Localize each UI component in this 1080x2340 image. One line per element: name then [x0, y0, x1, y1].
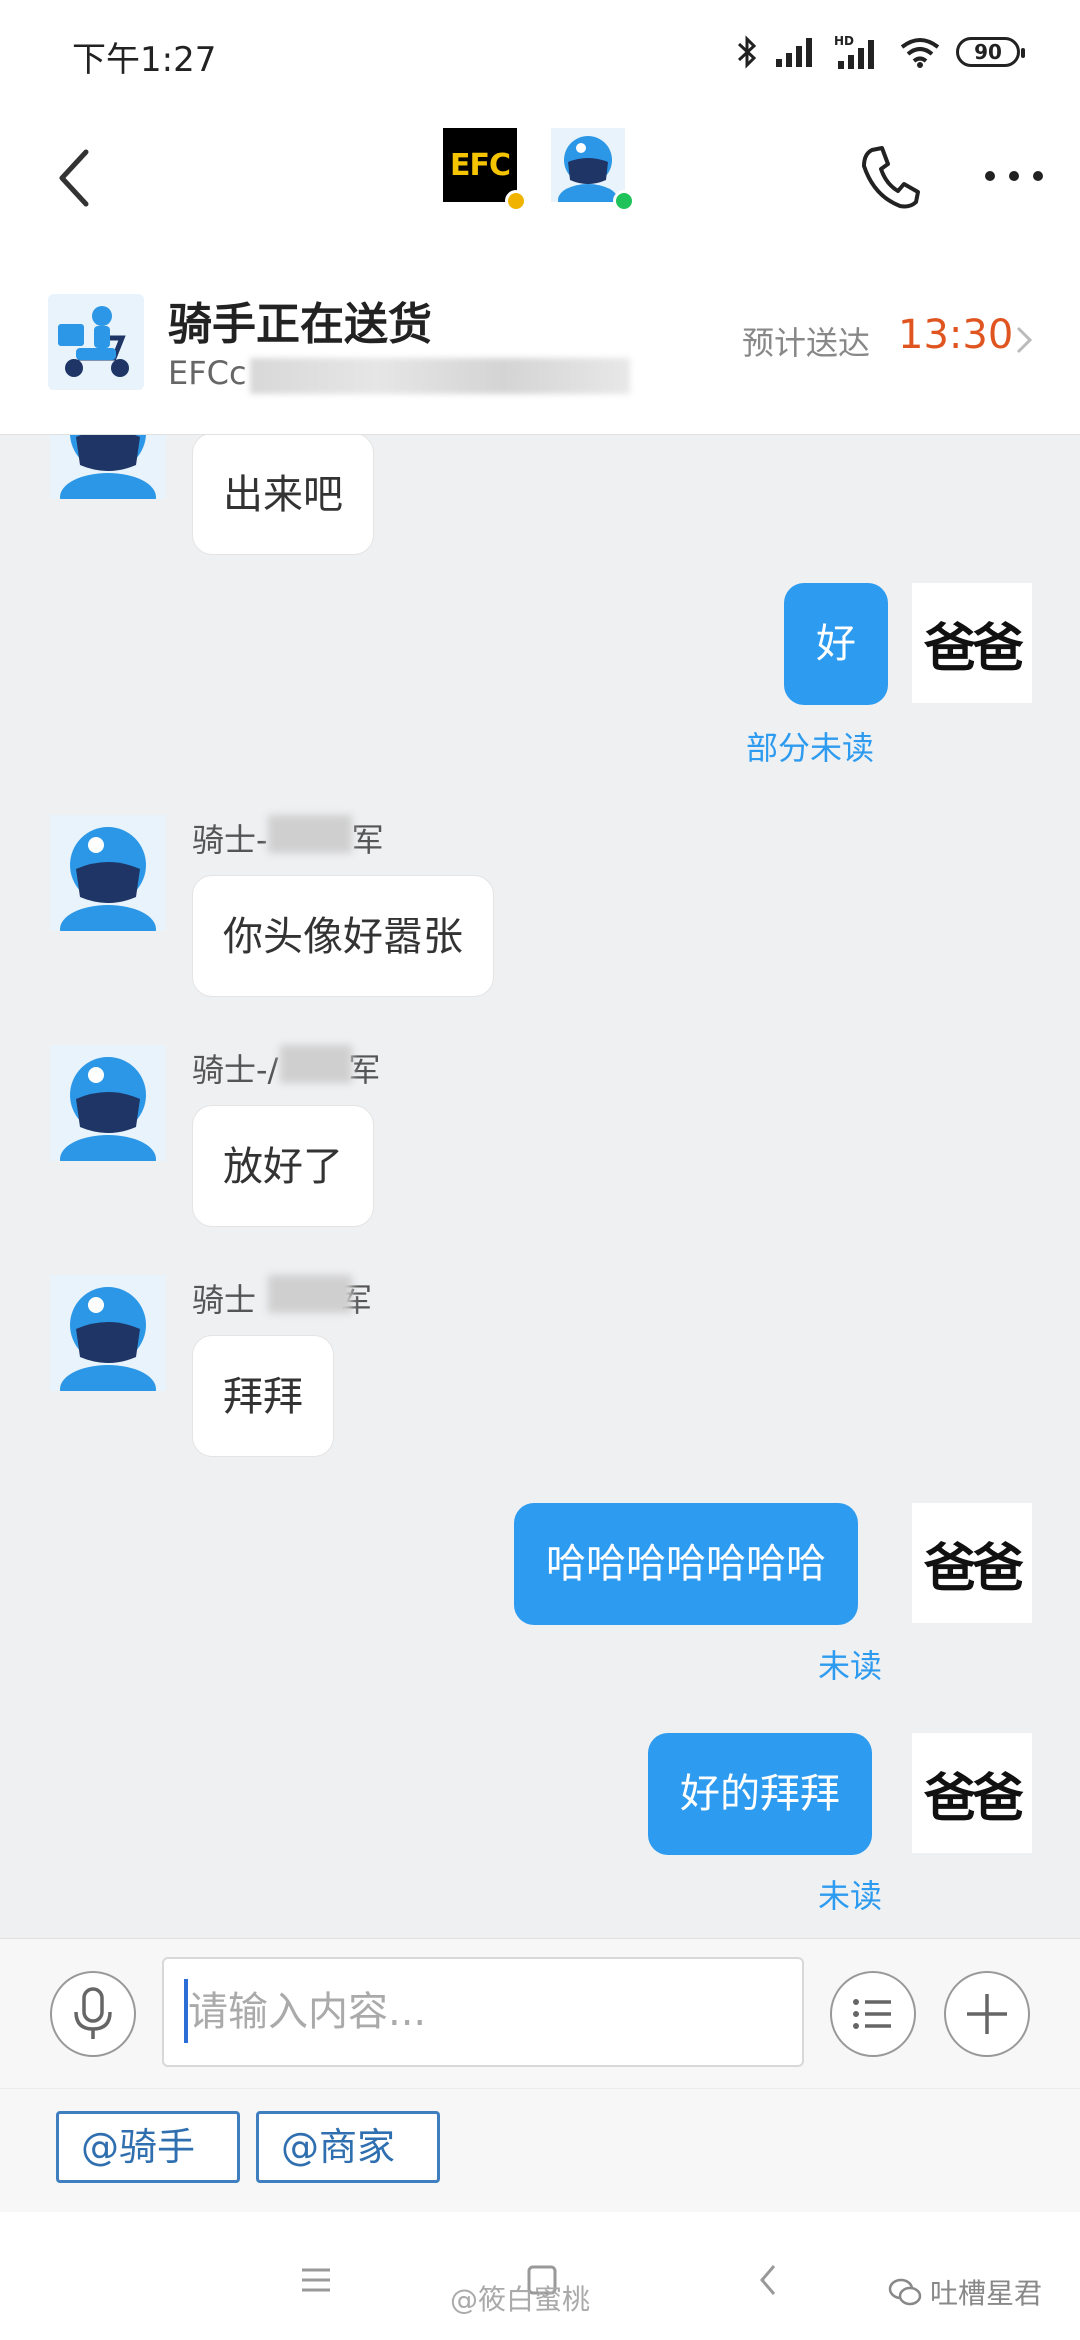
phone-call-button[interactable]	[852, 136, 924, 216]
rider-avatar-top[interactable]	[551, 128, 635, 216]
efc-avatar[interactable]: EFC	[443, 128, 527, 212]
rider-helmet-icon	[50, 1045, 166, 1161]
blurred-name	[280, 1045, 352, 1083]
sender-name-suffix: 军	[351, 821, 384, 859]
signal-icon	[776, 38, 812, 67]
my-avatar[interactable]: 爸爸	[912, 1503, 1032, 1623]
status-icons: HD 90	[736, 30, 1025, 74]
list-icon	[853, 1999, 891, 2029]
my-avatar[interactable]: 爸爸	[912, 583, 1032, 703]
group-avatars[interactable]: EFC	[443, 128, 635, 216]
chevron-right-icon	[1016, 326, 1033, 354]
wechat-icon	[888, 2278, 922, 2306]
chat-header: EFC	[0, 110, 1080, 260]
message-bubble-outgoing[interactable]: 哈哈哈哈哈哈哈	[514, 1503, 858, 1625]
message-bubble-incoming[interactable]: 拜拜	[192, 1335, 334, 1457]
blurred-store-name	[250, 358, 630, 394]
eta-label: 预计送达	[742, 324, 871, 362]
blurred-name	[268, 815, 352, 853]
delivery-scooter-icon	[48, 294, 144, 390]
weibo-watermark: @筱白蜜桃	[450, 2283, 591, 2316]
online-status-dot	[613, 190, 635, 212]
nav-back-icon[interactable]	[756, 2262, 780, 2298]
mention-rider-button[interactable]: @骑手	[56, 2111, 240, 2183]
system-navigation-bar: @筱白蜜桃 吐槽星君	[0, 2212, 1080, 2340]
order-status-card[interactable]: 骑手正在送货 EFCc 预计送达 13:30	[0, 260, 1080, 435]
status-bar: 下午1:27 HD 90	[0, 0, 1080, 110]
voice-input-button[interactable]	[50, 1971, 136, 2057]
order-store-name: EFCc	[168, 354, 247, 392]
text-caret	[184, 1979, 188, 2043]
status-time: 下午1:27	[72, 40, 217, 80]
sender-name-suffix: 军	[348, 1051, 381, 1089]
plus-icon	[967, 1994, 1007, 2034]
rider-avatar[interactable]	[50, 435, 166, 499]
mention-merchant-button[interactable]: @商家	[256, 2111, 440, 2183]
away-status-dot	[505, 190, 527, 212]
add-attachment-button[interactable]	[944, 1971, 1030, 2057]
quick-mention-bar: @骑手 @商家	[0, 2088, 1080, 2212]
message-input-bar: 请输入内容...	[0, 1938, 1080, 2088]
read-status: 部分未读	[746, 729, 875, 767]
message-bubble-outgoing[interactable]: 好的拜拜	[648, 1733, 872, 1855]
battery-indicator: 90	[956, 37, 1025, 67]
order-status-title: 骑手正在送货	[168, 299, 432, 350]
rider-avatar[interactable]	[50, 1275, 166, 1391]
read-status: 未读	[818, 1647, 883, 1685]
blurred-name	[268, 1275, 352, 1313]
brand-text: 吐槽星君	[930, 2277, 1043, 2310]
eta-time: 13:30	[898, 312, 1014, 358]
rider-helmet-icon	[551, 128, 625, 216]
quick-phrase-button[interactable]	[830, 1971, 916, 2057]
brand-watermark: 吐槽星君	[888, 2272, 1042, 2312]
rider-avatar[interactable]	[50, 815, 166, 931]
rider-avatar[interactable]	[50, 1045, 166, 1161]
message-list[interactable]: 出来吧 好 爸爸 部分未读 骑士- 军 你头像好嚣张 骑士-/军 放好了 骑士军 …	[0, 435, 1080, 1938]
message-bubble-incoming[interactable]: 放好了	[192, 1105, 374, 1227]
message-bubble-incoming[interactable]: 你头像好嚣张	[192, 875, 494, 997]
message-input[interactable]: 请输入内容...	[162, 1957, 804, 2067]
sender-name-prefix: 骑士-	[192, 821, 268, 859]
rider-helmet-icon	[50, 435, 166, 499]
rider-helmet-icon	[50, 1275, 166, 1391]
menu-icon[interactable]	[300, 2266, 332, 2294]
message-bubble-outgoing[interactable]: 好	[784, 583, 888, 705]
bluetooth-icon	[737, 35, 757, 69]
wifi-icon	[900, 38, 940, 68]
back-button[interactable]	[48, 138, 108, 218]
microphone-icon	[74, 1987, 112, 2039]
my-avatar[interactable]: 爸爸	[912, 1733, 1032, 1853]
sender-name-prefix: 骑士	[192, 1281, 257, 1319]
more-options-button[interactable]	[978, 156, 1050, 196]
rider-helmet-icon	[50, 815, 166, 931]
sender-name-prefix: 骑士-/	[192, 1051, 279, 1089]
signal-hd-icon: HD	[834, 34, 874, 69]
hd-text: HD	[834, 34, 854, 48]
efc-avatar-text: EFC	[449, 147, 511, 183]
read-status: 未读	[818, 1877, 883, 1915]
message-bubble-incoming[interactable]: 出来吧	[192, 435, 374, 555]
